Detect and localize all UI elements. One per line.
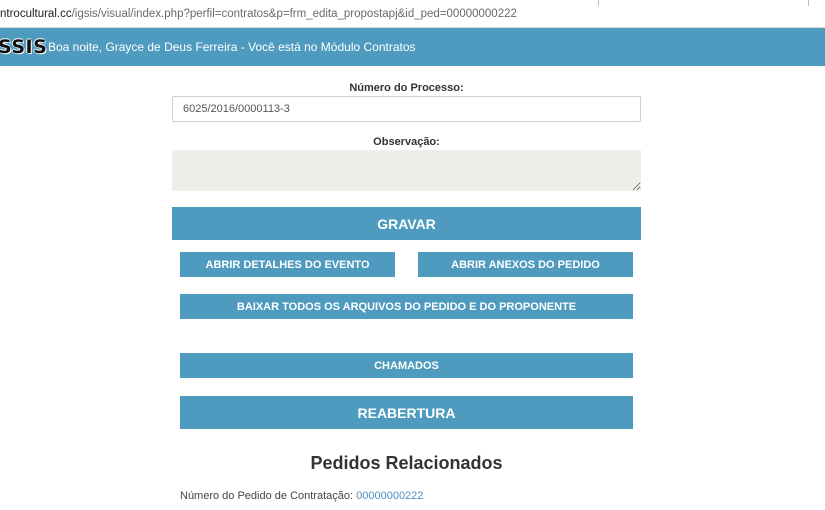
order-number-label: Número do Pedido de Contratação: [180, 490, 354, 502]
observation-textarea[interactable] [172, 150, 641, 191]
process-number-label: Número do Processo: [349, 82, 464, 94]
related-order-row: Número do Pedido de Contratação: 0000000… [180, 490, 423, 502]
observation-label: Observação: [373, 136, 440, 148]
tickets-button[interactable]: CHAMADOS [180, 353, 633, 378]
download-all-files-button[interactable]: BAIXAR TODOS OS ARQUIVOS DO PEDIDO E DO … [180, 294, 633, 319]
reopen-button[interactable]: REABERTURA [180, 396, 633, 429]
url-path: /igsis/visual/index.php?perfil=contratos… [71, 8, 517, 20]
related-orders-heading: Pedidos Relacionados [310, 453, 503, 473]
divider [808, 0, 809, 6]
greeting-text: Boa noite, Grayce de Deus Ferreira - Voc… [48, 40, 416, 54]
app-logo[interactable]: SSIS [0, 36, 47, 58]
address-bar[interactable]: ntrocultural.cc/igsis/visual/index.php?p… [0, 0, 825, 28]
event-details-button[interactable]: ABRIR DETALHES DO EVENTO [180, 252, 395, 277]
url-host: ntrocultural.cc [0, 8, 72, 20]
order-attachments-button[interactable]: ABRIR ANEXOS DO PEDIDO [418, 252, 633, 277]
process-number-input[interactable] [172, 96, 641, 122]
order-number-link[interactable]: 00000000222 [356, 490, 423, 502]
top-navbar: SSIS Boa noite, Grayce de Deus Ferreira … [0, 28, 825, 66]
save-button[interactable]: GRAVAR [172, 207, 641, 240]
divider [598, 0, 599, 6]
